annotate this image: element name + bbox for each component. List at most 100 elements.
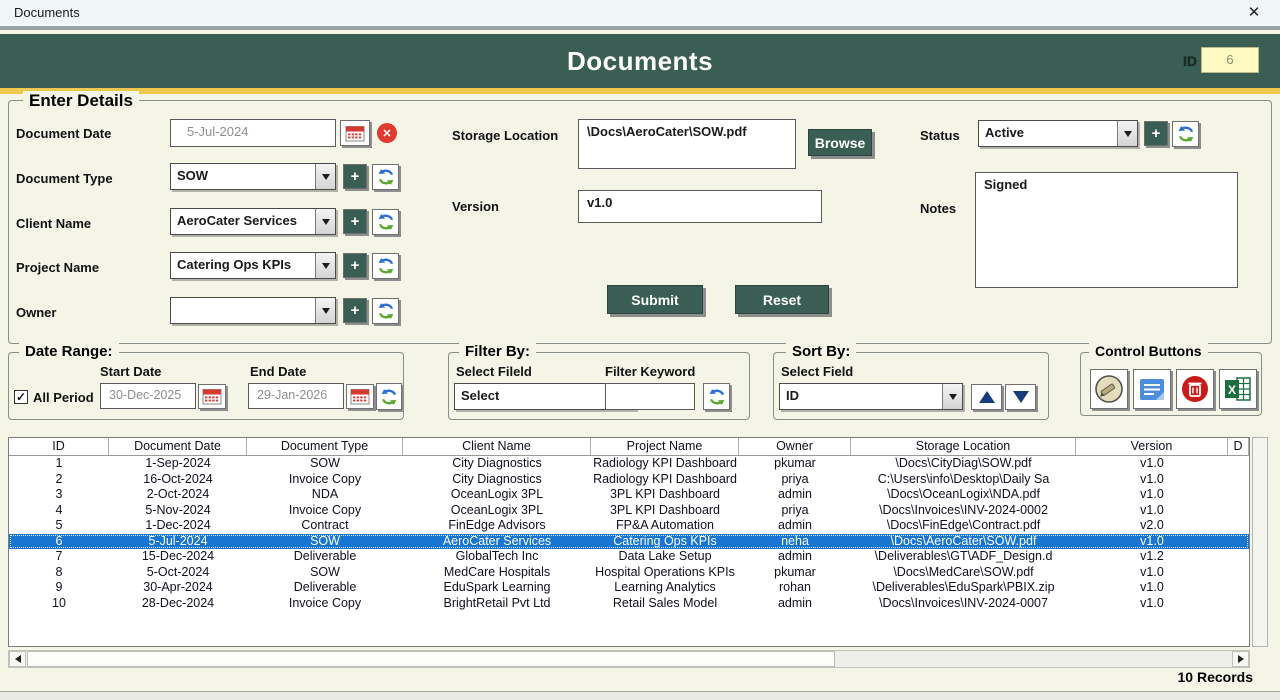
notes-field[interactable]: Signed xyxy=(975,172,1238,288)
add-project-button[interactable]: + xyxy=(343,253,367,278)
sort-field-dropdown[interactable]: ID xyxy=(779,383,963,410)
table-cell: 4 xyxy=(9,503,109,519)
sort-descending-button[interactable] xyxy=(1005,384,1036,410)
refresh-document-type-button[interactable] xyxy=(372,164,399,190)
table-row[interactable]: 1028-Dec-2024Invoice CopyBrightRetail Pv… xyxy=(9,596,1249,612)
table-cell: Deliverable xyxy=(247,549,403,565)
document-date-calendar-button[interactable] xyxy=(340,120,370,146)
all-period-checkbox[interactable]: ✓ xyxy=(14,390,28,404)
chevron-down-icon[interactable] xyxy=(315,209,335,234)
table-cell: SOW xyxy=(247,456,403,472)
export-excel-button[interactable]: X xyxy=(1219,369,1257,409)
documents-table[interactable]: IDDocument DateDocument TypeClient NameP… xyxy=(8,437,1250,647)
refresh-client-button[interactable] xyxy=(372,209,399,235)
table-cell: Catering Ops KPIs xyxy=(591,534,739,550)
storage-location-field[interactable]: \Docs\AeroCater\SOW.pdf xyxy=(578,119,796,169)
table-row[interactable]: 930-Apr-2024DeliverableEduSpark Learning… xyxy=(9,580,1249,596)
sort-up-icon xyxy=(979,391,995,403)
refresh-date-range-button[interactable] xyxy=(376,383,402,410)
column-header[interactable]: Client Name xyxy=(403,438,591,455)
table-row[interactable]: 11-Sep-2024SOWCity DiagnosticsRadiology … xyxy=(9,456,1249,472)
project-name-dropdown[interactable]: Catering Ops KPIs xyxy=(170,252,336,279)
table-cell: Invoice Copy xyxy=(247,472,403,488)
add-client-button[interactable]: + xyxy=(343,209,367,234)
add-status-button[interactable]: + xyxy=(1144,121,1168,146)
chevron-down-icon[interactable] xyxy=(315,298,335,323)
scrollbar-thumb[interactable] xyxy=(27,651,835,667)
column-header[interactable]: Version xyxy=(1076,438,1228,455)
table-cell xyxy=(1228,518,1249,534)
table-row[interactable]: 51-Dec-2024ContractFinEdge AdvisorsFP&A … xyxy=(9,518,1249,534)
chevron-down-icon[interactable] xyxy=(942,384,962,409)
column-header[interactable]: Owner xyxy=(739,438,851,455)
table-row[interactable]: 65-Jul-2024SOWAeroCater ServicesCatering… xyxy=(9,534,1249,550)
scroll-right-button[interactable] xyxy=(1232,651,1249,667)
column-header[interactable]: Project Name xyxy=(591,438,739,455)
client-name-dropdown[interactable]: AeroCater Services xyxy=(170,208,336,235)
filter-keyword-input[interactable] xyxy=(605,383,695,410)
reset-button[interactable]: Reset xyxy=(735,285,829,314)
table-cell: 16-Oct-2024 xyxy=(109,472,247,488)
table-header-row: IDDocument DateDocument TypeClient NameP… xyxy=(9,438,1249,456)
table-row[interactable]: 216-Oct-2024Invoice CopyCity Diagnostics… xyxy=(9,472,1249,488)
table-cell: 15-Dec-2024 xyxy=(109,549,247,565)
column-header[interactable]: D xyxy=(1228,438,1249,455)
document-type-dropdown[interactable]: SOW xyxy=(170,163,336,190)
start-date-calendar-button[interactable] xyxy=(198,384,226,409)
edit-button[interactable] xyxy=(1090,369,1128,409)
clear-date-button[interactable]: ✕ xyxy=(374,120,400,146)
column-header[interactable]: Document Type xyxy=(247,438,403,455)
table-cell: 5-Nov-2024 xyxy=(109,503,247,519)
table-cell: Learning Analytics xyxy=(591,580,739,596)
column-header[interactable]: ID xyxy=(9,438,109,455)
table-cell: pkumar xyxy=(739,565,851,581)
column-header[interactable]: Document Date xyxy=(109,438,247,455)
table-cell xyxy=(1228,503,1249,519)
table-cell: 9 xyxy=(9,580,109,596)
project-name-label: Project Name xyxy=(16,260,99,275)
refresh-owner-button[interactable] xyxy=(372,298,399,324)
apply-filter-button[interactable] xyxy=(703,383,730,410)
refresh-icon xyxy=(1177,125,1195,143)
chevron-down-icon[interactable] xyxy=(315,164,335,189)
vertical-scrollbar[interactable] xyxy=(1252,437,1268,647)
end-date-field[interactable]: 29-Jan-2026 xyxy=(248,383,344,409)
delete-button[interactable] xyxy=(1176,369,1214,409)
id-field[interactable]: 6 xyxy=(1201,47,1259,73)
table-cell: rohan xyxy=(739,580,851,596)
table-row[interactable]: 85-Oct-2024SOWMedCare HospitalsHospital … xyxy=(9,565,1249,581)
owner-dropdown[interactable] xyxy=(170,297,336,324)
status-dropdown[interactable]: Active xyxy=(978,120,1138,147)
version-field[interactable]: v1.0 xyxy=(578,190,822,223)
table-cell: 5 xyxy=(9,518,109,534)
sort-ascending-button[interactable] xyxy=(971,384,1002,410)
refresh-project-button[interactable] xyxy=(372,253,399,279)
table-row[interactable]: 45-Nov-2024Invoice CopyOceanLogix 3PL3PL… xyxy=(9,503,1249,519)
add-owner-button[interactable]: + xyxy=(343,298,367,323)
start-date-field[interactable]: 30-Dec-2025 xyxy=(100,383,196,409)
add-document-type-button[interactable]: + xyxy=(343,164,367,189)
trash-icon xyxy=(1180,374,1210,404)
calendar-icon xyxy=(350,388,370,405)
chevron-down-icon[interactable] xyxy=(1117,121,1137,146)
chevron-down-icon[interactable] xyxy=(315,253,335,278)
table-cell: v1.0 xyxy=(1076,472,1228,488)
column-header[interactable]: Storage Location xyxy=(851,438,1076,455)
end-date-calendar-button[interactable] xyxy=(346,384,374,409)
table-cell: EduSpark Learning xyxy=(403,580,591,596)
submit-button[interactable]: Submit xyxy=(607,285,703,314)
table-cell: Retail Sales Model xyxy=(591,596,739,612)
table-row[interactable]: 32-Oct-2024NDAOceanLogix 3PL3PL KPI Dash… xyxy=(9,487,1249,503)
table-cell: Deliverable xyxy=(247,580,403,596)
horizontal-scrollbar[interactable] xyxy=(8,650,1250,668)
browse-button[interactable]: Browse xyxy=(808,129,872,156)
table-cell: 1 xyxy=(9,456,109,472)
close-icon[interactable]: ✕ xyxy=(1242,2,1266,24)
table-cell xyxy=(1228,549,1249,565)
table-cell: MedCare Hospitals xyxy=(403,565,591,581)
table-row[interactable]: 715-Dec-2024DeliverableGlobalTech IncDat… xyxy=(9,549,1249,565)
scroll-left-button[interactable] xyxy=(9,651,26,667)
document-date-field[interactable]: 5-Jul-2024 xyxy=(170,119,336,147)
refresh-status-button[interactable] xyxy=(1172,121,1199,147)
notes-button[interactable] xyxy=(1133,369,1171,409)
